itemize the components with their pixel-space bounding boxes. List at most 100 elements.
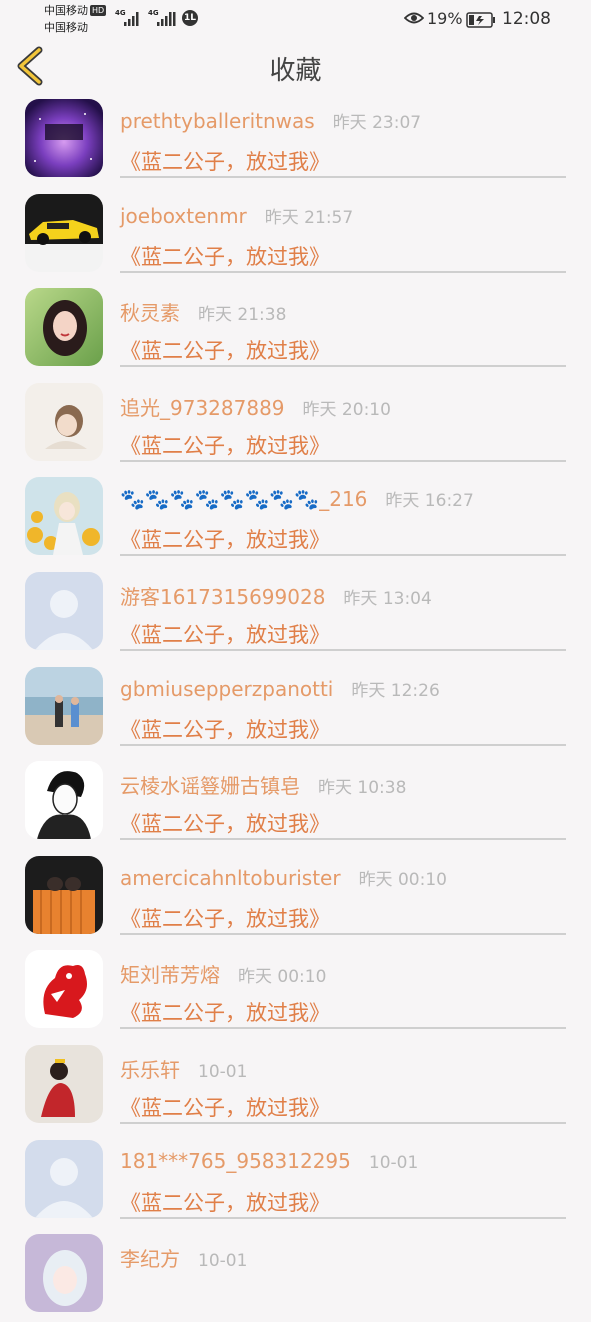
beach-avatar-icon — [25, 666, 103, 745]
user-name-label: 云棱水谣簦姗古镇皂 — [120, 774, 300, 799]
favorite-item[interactable]: joeboxtenmr 昨天 21:57 《蓝二公子，放过我》 — [0, 187, 591, 282]
default-avatar-icon — [25, 1139, 103, 1218]
carrier-2-label: 中国移动 — [44, 21, 88, 34]
favorite-item[interactable]: 🐾🐾🐾🐾🐾🐾🐾🐾_216 昨天 16:27 《蓝二公子，放过我》 — [0, 470, 591, 565]
comic-title[interactable]: 《蓝二公子，放过我》 — [120, 714, 330, 744]
user-avatar[interactable] — [25, 950, 103, 1029]
favorite-time: 10-01 — [368, 1152, 419, 1173]
favorite-item[interactable]: prethtyballeritnwas 昨天 23:07 《蓝二公子，放过我》 — [0, 92, 591, 187]
favorite-item[interactable]: 秋灵素 昨天 21:38 《蓝二公子，放过我》 — [0, 281, 591, 376]
header-bar: 收藏 — [0, 40, 591, 92]
comic-title[interactable]: 《蓝二公子，放过我》 — [120, 335, 330, 365]
comic-title[interactable]: 《蓝二公子，放过我》 — [120, 903, 330, 933]
favorite-item[interactable]: 181***765_958312295 10-01 《蓝二公子，放过我》 — [0, 1133, 591, 1228]
user-avatar[interactable] — [25, 477, 103, 556]
divider — [120, 932, 566, 935]
favorite-item[interactable]: 游客1617315699028 昨天 13:04 《蓝二公子，放过我》 — [0, 565, 591, 660]
favorite-time: 昨天 13:04 — [343, 588, 432, 609]
galaxy-avatar-icon — [25, 99, 103, 177]
user-name: 云棱水谣簦姗古镇皂 昨天 10:38 — [120, 770, 406, 799]
anime-flowers-avatar-icon — [25, 477, 103, 556]
girl-avatar-icon — [25, 288, 103, 367]
anime-avatar-icon — [25, 1234, 103, 1313]
comic-title[interactable]: 《蓝二公子，放过我》 — [120, 997, 330, 1027]
favorite-time: 昨天 21:57 — [264, 207, 354, 228]
status-bar: 中国移动 HD 中国移动 4G 4G 1L 19% 12:08 — [0, 0, 591, 40]
user-name: 追光_973287889 昨天 20:10 — [120, 392, 391, 421]
favorite-item[interactable]: gbmiusepperzpanotti 昨天 12:26 《蓝二公子，放过我》 — [0, 660, 591, 755]
comic-title[interactable]: 《蓝二公子，放过我》 — [120, 241, 330, 271]
battery-charging-icon — [466, 12, 495, 28]
papercut-avatar-icon — [25, 950, 103, 1029]
comic-title[interactable]: 《蓝二公子，放过我》 — [120, 808, 330, 838]
carrier-1: 中国移动 HD — [44, 4, 107, 17]
user-avatar[interactable] — [25, 99, 103, 177]
user-avatar[interactable] — [25, 855, 103, 934]
user-avatar[interactable] — [25, 288, 103, 367]
favorite-item[interactable]: 矩刘芾芳熔 昨天 00:10 《蓝二公子，放过我》 — [0, 943, 591, 1038]
favorite-time: 昨天 00:10 — [238, 967, 327, 988]
user-name-label: 乐乐轩 — [120, 1057, 180, 1082]
user-name-label: gbmiusepperzpanotti — [120, 676, 334, 701]
couple-avatar-icon — [25, 855, 103, 934]
favorites-list: prethtyballeritnwas 昨天 23:07 《蓝二公子，放过我》 j… — [0, 92, 591, 1322]
user-name: 秋灵素 昨天 21:38 — [120, 297, 286, 326]
carrier-1-label: 中国移动 — [44, 4, 88, 17]
divider — [120, 554, 566, 557]
comic-title[interactable]: 《蓝二公子，放过我》 — [120, 1092, 330, 1122]
user-name-label: joeboxtenmr — [120, 203, 247, 228]
favorite-item[interactable]: 追光_973287889 昨天 20:10 《蓝二公子，放过我》 — [0, 376, 591, 471]
user-name: 游客1617315699028 昨天 13:04 — [120, 581, 432, 610]
favorite-time: 昨天 20:10 — [302, 399, 391, 420]
favorite-time: 10-01 — [198, 1251, 248, 1272]
user-avatar[interactable] — [25, 382, 103, 461]
user-name: 李纪方 10-01 — [120, 1243, 247, 1272]
user-name-label: 李纪方 — [120, 1247, 180, 1272]
user-avatar[interactable] — [25, 1139, 103, 1218]
comic-title[interactable]: 《蓝二公子，放过我》 — [120, 1187, 330, 1217]
divider — [120, 459, 566, 462]
user-avatar[interactable] — [25, 1044, 103, 1123]
battery-percent: 19% — [427, 9, 463, 28]
eye-comfort-icon — [404, 12, 424, 24]
user-name: 矩刘芾芳熔 昨天 00:10 — [120, 959, 326, 988]
favorite-time: 昨天 23:07 — [332, 113, 422, 133]
favorite-time: 昨天 12:26 — [351, 680, 440, 701]
car-avatar-icon — [25, 193, 103, 272]
divider — [120, 743, 566, 746]
favorite-item[interactable]: 李纪方 10-01 — [0, 1227, 591, 1322]
user-avatar[interactable] — [25, 1234, 103, 1313]
user-name: amercicahnltoburister 昨天 00:10 — [120, 865, 447, 890]
favorite-item[interactable]: 乐乐轩 10-01 《蓝二公子，放过我》 — [0, 1038, 591, 1133]
user-name: 乐乐轩 10-01 — [120, 1054, 247, 1083]
user-name-label: 追光_973287889 — [120, 395, 285, 420]
manga-avatar-icon — [25, 761, 103, 840]
user-avatar[interactable] — [25, 193, 103, 272]
comic-title[interactable]: 《蓝二公子，放过我》 — [120, 146, 330, 176]
divider — [120, 176, 566, 178]
user-avatar[interactable] — [25, 571, 103, 650]
divider — [120, 365, 566, 368]
user-name: joeboxtenmr 昨天 21:57 — [120, 203, 353, 228]
comic-title[interactable]: 《蓝二公子，放过我》 — [120, 619, 330, 649]
user-avatar[interactable] — [25, 761, 103, 840]
divider — [120, 1027, 566, 1030]
user-name: 181***765_958312295 10-01 — [120, 1149, 418, 1173]
comic-title[interactable]: 《蓝二公子，放过我》 — [120, 524, 330, 554]
user-name: 🐾🐾🐾🐾🐾🐾🐾🐾_216 昨天 16:27 — [120, 486, 474, 511]
user-name-label: 181***765_958312295 — [120, 1148, 351, 1173]
user-name-label: 矩刘芾芳熔 — [120, 963, 220, 988]
data-saver-icon: 1L — [182, 10, 198, 26]
favorite-time: 昨天 10:38 — [318, 778, 407, 799]
user-avatar[interactable] — [25, 666, 103, 745]
comic-title[interactable]: 《蓝二公子，放过我》 — [120, 430, 330, 460]
user-name: gbmiusepperzpanotti 昨天 12:26 — [120, 676, 440, 701]
sketch-avatar-icon — [25, 382, 103, 461]
favorite-item[interactable]: amercicahnltoburister 昨天 00:10 《蓝二公子，放过我》 — [0, 849, 591, 944]
divider — [120, 270, 566, 273]
favorite-time: 昨天 16:27 — [385, 491, 474, 512]
favorite-item[interactable]: 云棱水谣簦姗古镇皂 昨天 10:38 《蓝二公子，放过我》 — [0, 754, 591, 849]
divider — [120, 1121, 566, 1124]
divider — [120, 1216, 566, 1219]
divider — [120, 838, 566, 841]
